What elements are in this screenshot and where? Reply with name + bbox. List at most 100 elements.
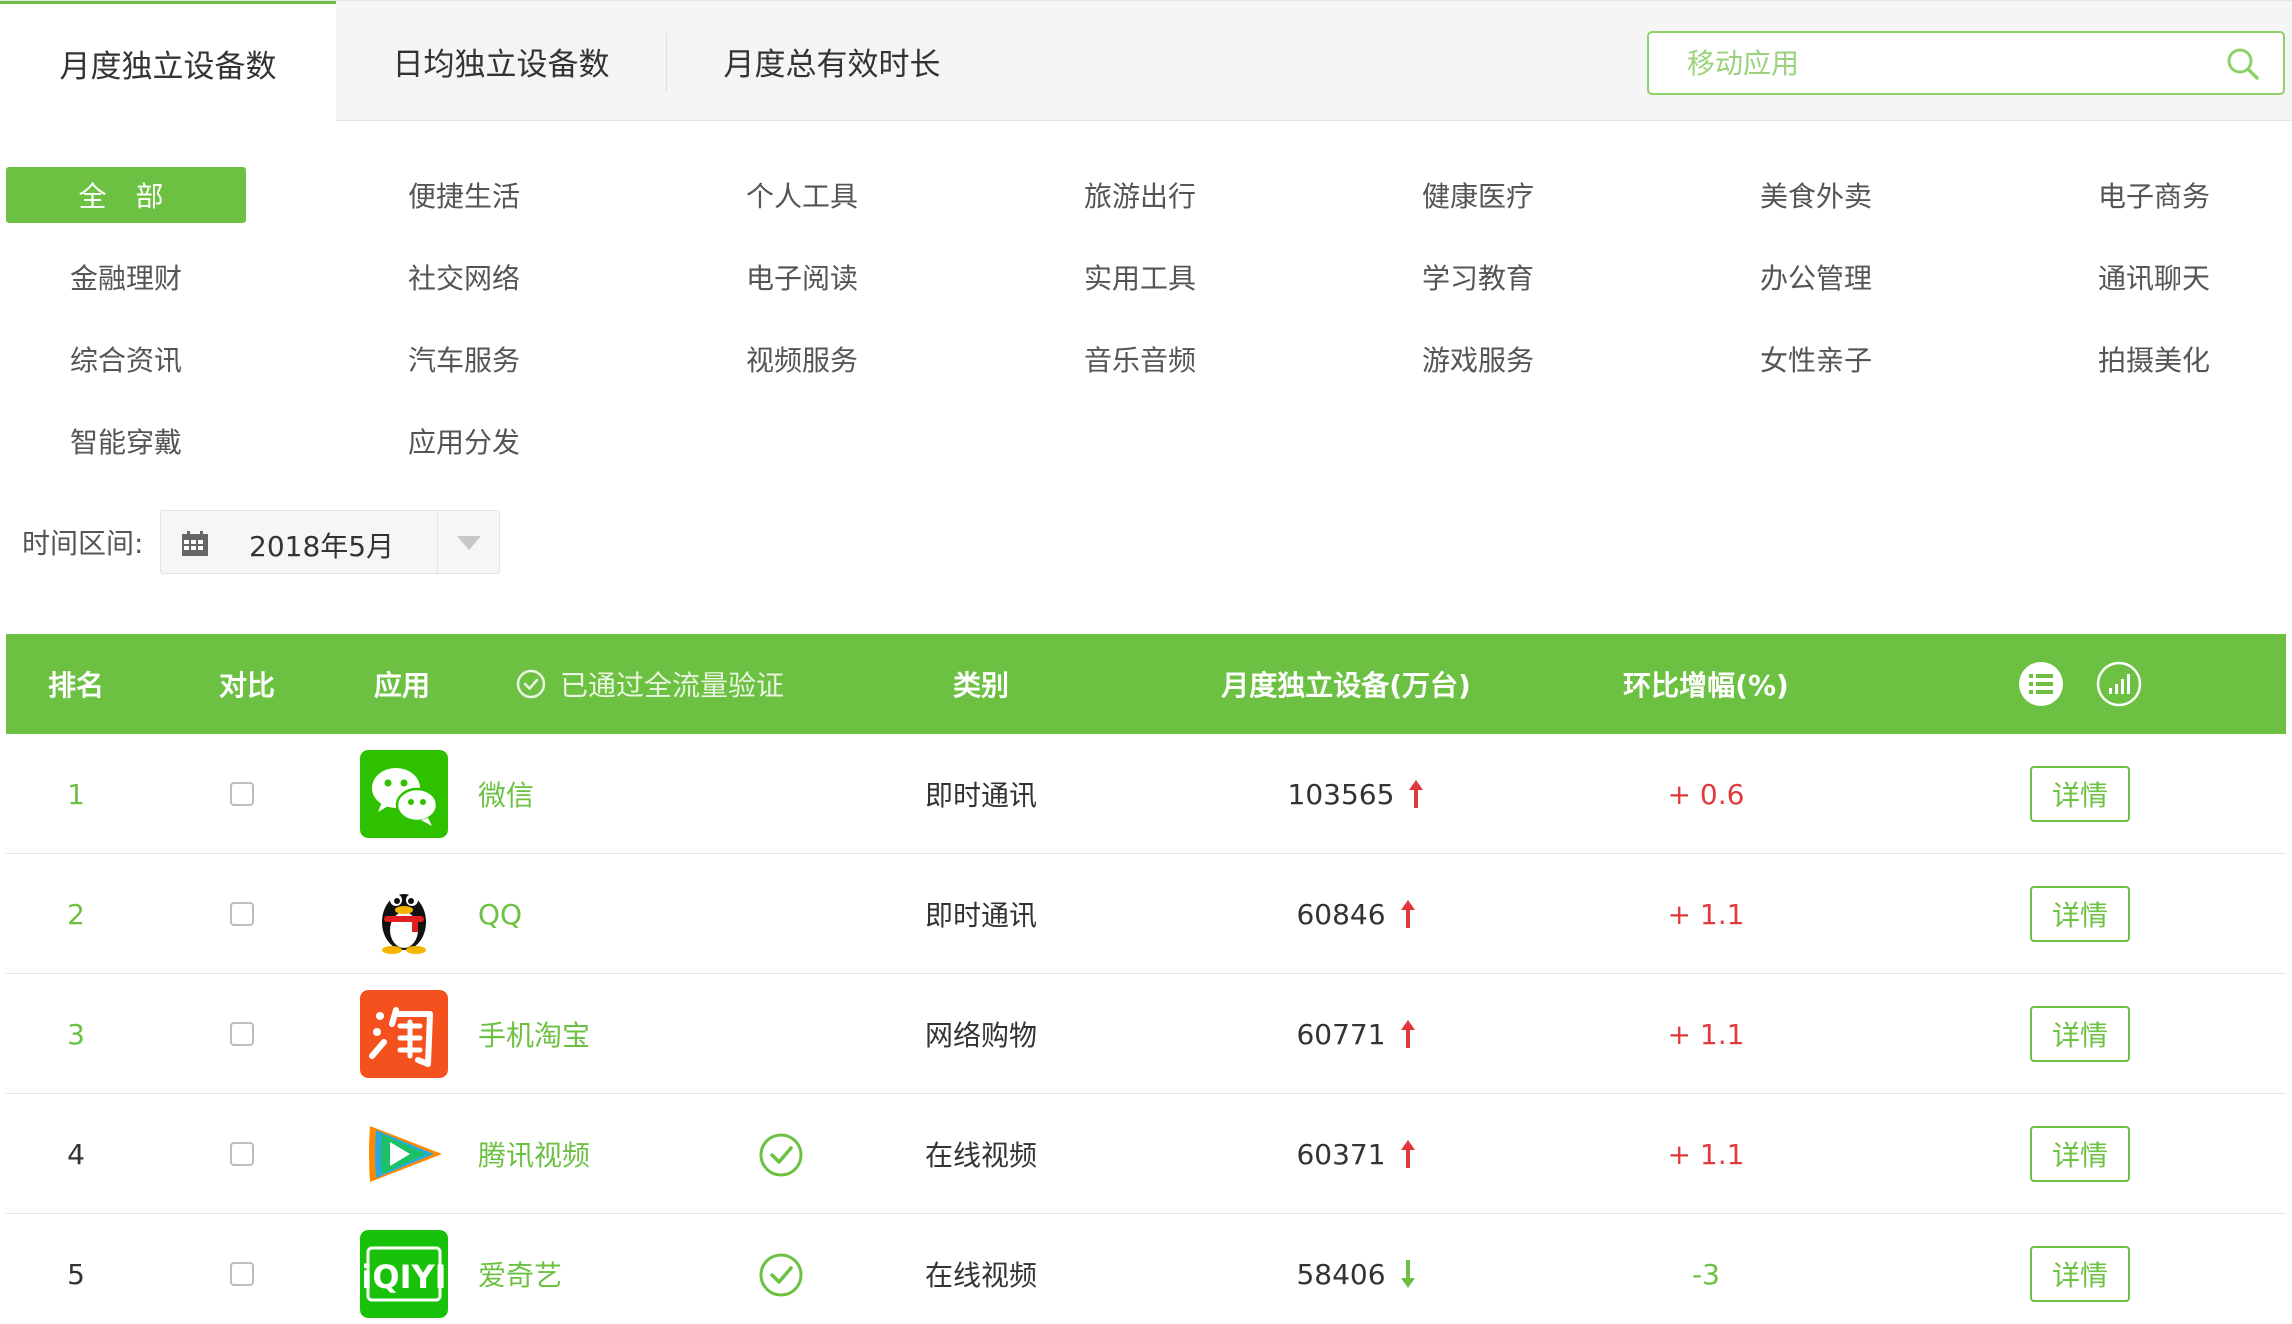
tab-daily-devices[interactable]: 日均独立设备数 bbox=[336, 1, 666, 122]
iqiyi-icon[interactable]: iQIYI bbox=[360, 1230, 448, 1318]
arrow-up-icon bbox=[1409, 780, 1424, 808]
category-item[interactable]: 音乐音频 bbox=[1020, 331, 1260, 387]
selected-month: 2018年5月 bbox=[249, 530, 395, 563]
qq-penguin-icon[interactable] bbox=[360, 870, 448, 958]
list-view-icon[interactable] bbox=[2018, 661, 2064, 707]
category-item[interactable]: 个人工具 bbox=[682, 167, 922, 223]
chart-view-icon[interactable] bbox=[2096, 661, 2142, 707]
taobao-icon[interactable] bbox=[360, 990, 448, 1078]
category-item[interactable]: 应用分发 bbox=[344, 413, 584, 469]
check-circle-icon bbox=[516, 669, 546, 699]
app-name-link[interactable]: 腾讯视频 bbox=[478, 1094, 590, 1214]
devices-cell: 60371 bbox=[1206, 1094, 1506, 1214]
devices-value: 103565 bbox=[1287, 777, 1395, 811]
detail-button[interactable]: 详情 bbox=[2030, 1246, 2130, 1302]
category-item[interactable]: 综合资讯 bbox=[6, 331, 246, 387]
category-item[interactable]: 办公管理 bbox=[1696, 249, 1936, 305]
detail-button[interactable]: 详情 bbox=[2030, 1126, 2130, 1182]
category-item[interactable]: 游戏服务 bbox=[1358, 331, 1598, 387]
detail-button[interactable]: 详情 bbox=[2030, 886, 2130, 942]
category-item[interactable]: 社交网络 bbox=[344, 249, 584, 305]
devices-cell: 58406 bbox=[1206, 1214, 1506, 1324]
category-item[interactable]: 汽车服务 bbox=[344, 331, 584, 387]
category-item[interactable]: 通讯聊天 bbox=[2034, 249, 2274, 305]
devices-value: 60371 bbox=[1296, 1137, 1386, 1171]
category-item[interactable]: 旅游出行 bbox=[1020, 167, 1260, 223]
arrow-down-icon bbox=[1400, 1260, 1415, 1288]
search-box bbox=[1647, 31, 2285, 95]
detail-button[interactable]: 详情 bbox=[2030, 1006, 2130, 1062]
table-row: 4 腾讯视频 在线视频 60371 + 1.1 详情 bbox=[6, 1094, 2286, 1214]
header-category: 类别 bbox=[952, 669, 1009, 702]
arrow-up-icon bbox=[1400, 1020, 1415, 1048]
category-item[interactable]: 实用工具 bbox=[1020, 249, 1260, 305]
tencent-video-icon[interactable] bbox=[360, 1110, 448, 1198]
compare-checkbox[interactable] bbox=[230, 1262, 254, 1286]
tab-monthly-duration[interactable]: 月度总有效时长 bbox=[667, 1, 997, 122]
category-item[interactable]: 拍摄美化 bbox=[2034, 331, 2274, 387]
devices-value: 60846 bbox=[1296, 897, 1386, 931]
header-devices: 月度独立设备(万台) bbox=[1221, 669, 1471, 702]
devices-value: 58406 bbox=[1296, 1257, 1386, 1291]
header-verified-label: 已通过全流量验证 bbox=[560, 669, 785, 702]
table-row: 1 微信 即时通讯 103565 + 0.6 详情 bbox=[6, 734, 2286, 854]
search-icon[interactable] bbox=[2225, 46, 2261, 82]
category-item[interactable]: 女性亲子 bbox=[1696, 331, 1936, 387]
devices-cell: 103565 bbox=[1206, 734, 1506, 854]
change-cell: + 1.1 bbox=[1667, 1137, 1745, 1171]
category-cell: 即时通讯 bbox=[924, 899, 1037, 932]
verified-check-icon bbox=[759, 1133, 803, 1177]
change-cell: + 1.1 bbox=[1667, 1017, 1745, 1051]
app-name-link[interactable]: QQ bbox=[478, 854, 522, 974]
header-app: 应用 bbox=[374, 669, 431, 702]
category-item[interactable]: 便捷生活 bbox=[344, 167, 584, 223]
table-row: 3 手机淘宝 网络购物 60771 + 1.1 详情 bbox=[6, 974, 2286, 1094]
change-cell: + 0.6 bbox=[1667, 777, 1745, 811]
category-all[interactable]: 全 部 bbox=[6, 167, 246, 223]
category-cell: 在线视频 bbox=[924, 1139, 1037, 1172]
category-item[interactable]: 学习教育 bbox=[1358, 249, 1598, 305]
category-item[interactable]: 视频服务 bbox=[682, 331, 922, 387]
compare-checkbox[interactable] bbox=[230, 902, 254, 926]
verified-check-icon bbox=[759, 1253, 803, 1297]
app-name-link[interactable]: 手机淘宝 bbox=[478, 974, 590, 1094]
category-item[interactable]: 电子阅读 bbox=[682, 249, 922, 305]
app-name-link[interactable]: 爱奇艺 bbox=[478, 1214, 562, 1324]
compare-checkbox[interactable] bbox=[230, 782, 254, 806]
compare-checkbox[interactable] bbox=[230, 1022, 254, 1046]
calendar-icon bbox=[182, 531, 208, 556]
rank-cell: 3 bbox=[67, 1017, 85, 1051]
arrow-up-icon bbox=[1400, 900, 1415, 928]
category-item[interactable]: 健康医疗 bbox=[1358, 167, 1598, 223]
app-name-link[interactable]: 微信 bbox=[478, 734, 534, 854]
rank-cell: 1 bbox=[67, 777, 85, 811]
header-change: 环比增幅(%) bbox=[1623, 669, 1789, 702]
chevron-down-icon[interactable] bbox=[457, 536, 481, 550]
header-compare: 对比 bbox=[218, 669, 275, 702]
table-header: 排名 对比 应用 已通过全流量验证 类别 月度独立设备(万台) 环比增幅(%) bbox=[6, 634, 2286, 734]
category-cell: 网络购物 bbox=[924, 1019, 1037, 1052]
change-cell: + 1.1 bbox=[1667, 897, 1745, 931]
compare-checkbox[interactable] bbox=[230, 1142, 254, 1166]
category-item[interactable]: 金融理财 bbox=[6, 249, 246, 305]
detail-button[interactable]: 详情 bbox=[2030, 766, 2130, 822]
category-item[interactable]: 智能穿戴 bbox=[6, 413, 246, 469]
rank-cell: 5 bbox=[67, 1257, 85, 1291]
rank-cell: 4 bbox=[67, 1137, 85, 1171]
devices-cell: 60771 bbox=[1206, 974, 1506, 1094]
wechat-icon[interactable] bbox=[360, 750, 448, 838]
change-cell: -3 bbox=[1692, 1257, 1720, 1291]
devices-cell: 60846 bbox=[1206, 854, 1506, 974]
svg-text:iQIYI: iQIYI bbox=[361, 1258, 446, 1296]
search-input[interactable] bbox=[1649, 33, 2209, 93]
category-item[interactable]: 电子商务 bbox=[2034, 167, 2274, 223]
header-rank: 排名 bbox=[47, 669, 104, 702]
category-cell: 在线视频 bbox=[924, 1259, 1037, 1292]
table-row: 5 iQIYI 爱奇艺 在线视频 58406 -3 详情 bbox=[6, 1214, 2286, 1324]
tab-monthly-devices[interactable]: 月度独立设备数 bbox=[0, 1, 336, 123]
time-range-label: 时间区间: bbox=[22, 527, 144, 560]
dropdown-divider bbox=[437, 511, 438, 573]
month-picker[interactable]: 2018年5月 bbox=[160, 510, 500, 574]
header-verified: 已通过全流量验证 bbox=[516, 634, 784, 734]
category-item[interactable]: 美食外卖 bbox=[1696, 167, 1936, 223]
